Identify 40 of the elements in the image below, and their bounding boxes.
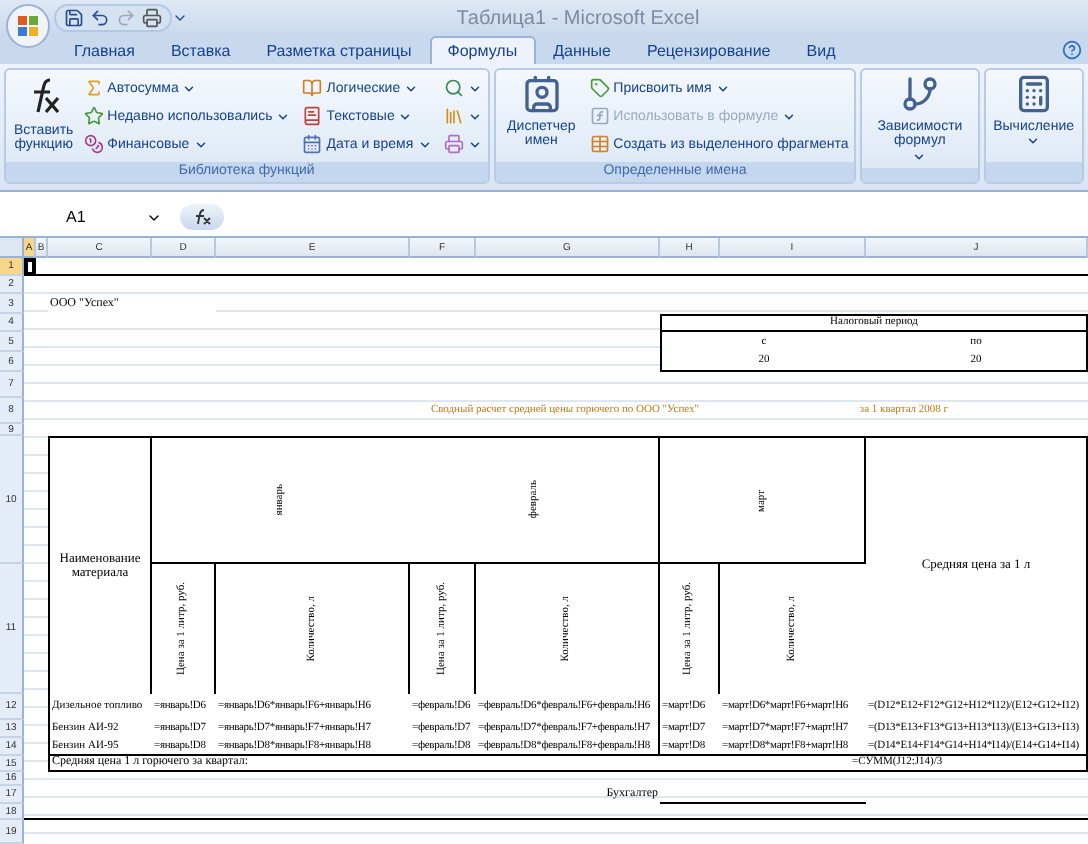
printer-icon[interactable]: [142, 8, 162, 28]
search-icon: [443, 78, 464, 99]
book-icon: [302, 78, 323, 99]
calendar-icon: [302, 134, 323, 155]
printer-icon: [443, 134, 464, 155]
sigma-icon: [83, 78, 104, 99]
books-icon: [443, 106, 464, 127]
ribbon-tab[interactable]: Вид: [788, 36, 854, 65]
caret-icon: [1026, 134, 1041, 149]
coins-icon: [83, 134, 104, 155]
save-icon[interactable]: [64, 8, 84, 28]
ribbon-tab[interactable]: Разметка страницы: [248, 36, 430, 65]
ribbon-tab[interactable]: Рецензирование: [628, 36, 789, 65]
tag-icon: [589, 78, 610, 99]
help-icon[interactable]: [1062, 40, 1082, 61]
caret-icon: [912, 149, 927, 164]
undo-icon[interactable]: [90, 8, 110, 28]
star-icon: [83, 106, 104, 127]
insert-function-button[interactable]: [180, 204, 224, 231]
function-icon: [192, 208, 212, 227]
group-footer: [862, 167, 978, 183]
table-icon: [589, 134, 610, 155]
caret-icon: [182, 81, 197, 96]
caret-icon: [715, 81, 730, 96]
ribbon-tab[interactable]: Вставка: [152, 36, 249, 65]
window-title: Таблица1 - Microsoft Excel: [454, 7, 702, 29]
ribbon-tab[interactable]: Формулы: [429, 36, 536, 65]
calculator-icon: [1013, 74, 1054, 115]
book-icon: [302, 106, 323, 127]
ribbon-tab[interactable]: Главная: [56, 36, 153, 65]
caret-icon: [276, 109, 291, 124]
customize-caret-icon[interactable]: [172, 10, 188, 26]
ribbon-button[interactable]: [443, 130, 482, 159]
branch-icon: [899, 74, 940, 115]
caret-icon: [782, 109, 797, 124]
function-icon: [589, 106, 610, 127]
ribbon-tab[interactable]: Данные: [535, 36, 629, 65]
caret-icon: [193, 137, 208, 152]
contact-card-icon: [521, 74, 562, 115]
group-footer: [985, 162, 1082, 183]
